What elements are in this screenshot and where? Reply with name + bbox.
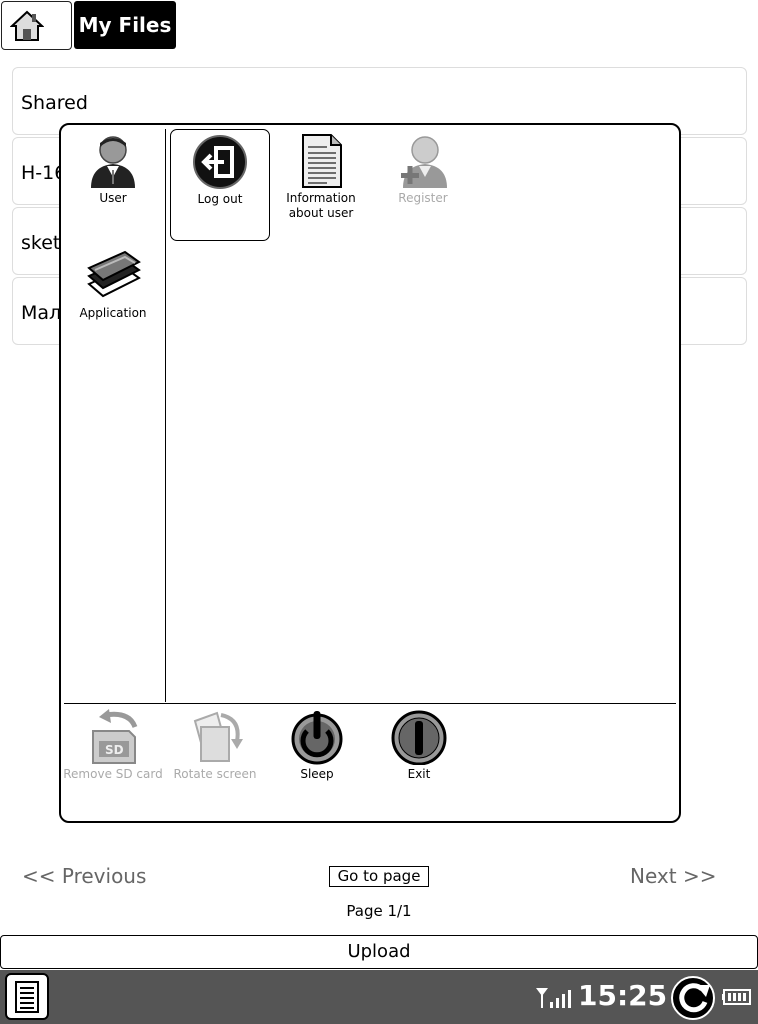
file-name: Мал	[21, 302, 62, 324]
category-label: User	[99, 191, 127, 205]
sd-card-icon: SD	[92, 709, 138, 764]
add-user-icon	[401, 136, 447, 188]
action-label: Information about user	[286, 191, 356, 220]
status-bar: 15:25	[0, 970, 758, 1024]
rotate-screen-button[interactable]: Rotate screen	[163, 709, 267, 781]
category-label: Application	[79, 306, 147, 320]
remove-sd-card-button[interactable]: SD Remove SD card	[61, 709, 165, 781]
file-name: Shared	[21, 92, 88, 114]
system-label: Sleep	[300, 767, 334, 781]
page-title: My Files	[74, 1, 176, 49]
user-info-button[interactable]: Information about user	[271, 133, 371, 221]
upload-button[interactable]: Upload	[0, 935, 758, 969]
user-icon	[91, 136, 135, 188]
category-application[interactable]: Application	[63, 248, 163, 320]
system-label: Rotate screen	[173, 767, 257, 781]
go-to-page-button[interactable]: Go to page	[329, 866, 429, 887]
system-label: Exit	[407, 767, 431, 781]
menu-dialog: User Application Log out Information abo…	[59, 123, 681, 823]
power-sleep-icon	[291, 711, 343, 765]
divider	[165, 129, 166, 702]
page-indicator: Page 1/1	[346, 902, 412, 920]
home-icon	[10, 10, 44, 41]
register-button[interactable]: Register	[373, 133, 473, 206]
divider	[64, 703, 676, 704]
battery-icon	[722, 989, 751, 1005]
file-name: sket	[21, 232, 61, 254]
next-page-link[interactable]: Next >>	[630, 864, 716, 888]
clock: 15:25	[578, 979, 668, 1012]
category-user[interactable]: User	[63, 133, 163, 205]
refresh-icon[interactable]	[670, 975, 716, 1021]
signal-icon	[536, 988, 571, 1008]
logout-button[interactable]: Log out	[170, 129, 270, 241]
application-icon	[87, 250, 141, 298]
menu-icon	[15, 981, 39, 1013]
menu-button[interactable]	[5, 973, 49, 1020]
previous-page-link[interactable]: << Previous	[22, 864, 146, 888]
svg-text:SD: SD	[105, 743, 124, 757]
action-label: Log out	[197, 192, 243, 206]
exit-button[interactable]: Exit	[367, 709, 471, 781]
rotate-screen-icon	[193, 711, 243, 762]
exit-icon	[391, 710, 447, 765]
document-icon	[302, 134, 342, 188]
sleep-button[interactable]: Sleep	[265, 709, 369, 781]
action-label: Register	[398, 191, 448, 205]
system-label: Remove SD card	[63, 767, 163, 781]
home-button[interactable]	[1, 1, 72, 50]
logout-icon	[193, 135, 247, 189]
